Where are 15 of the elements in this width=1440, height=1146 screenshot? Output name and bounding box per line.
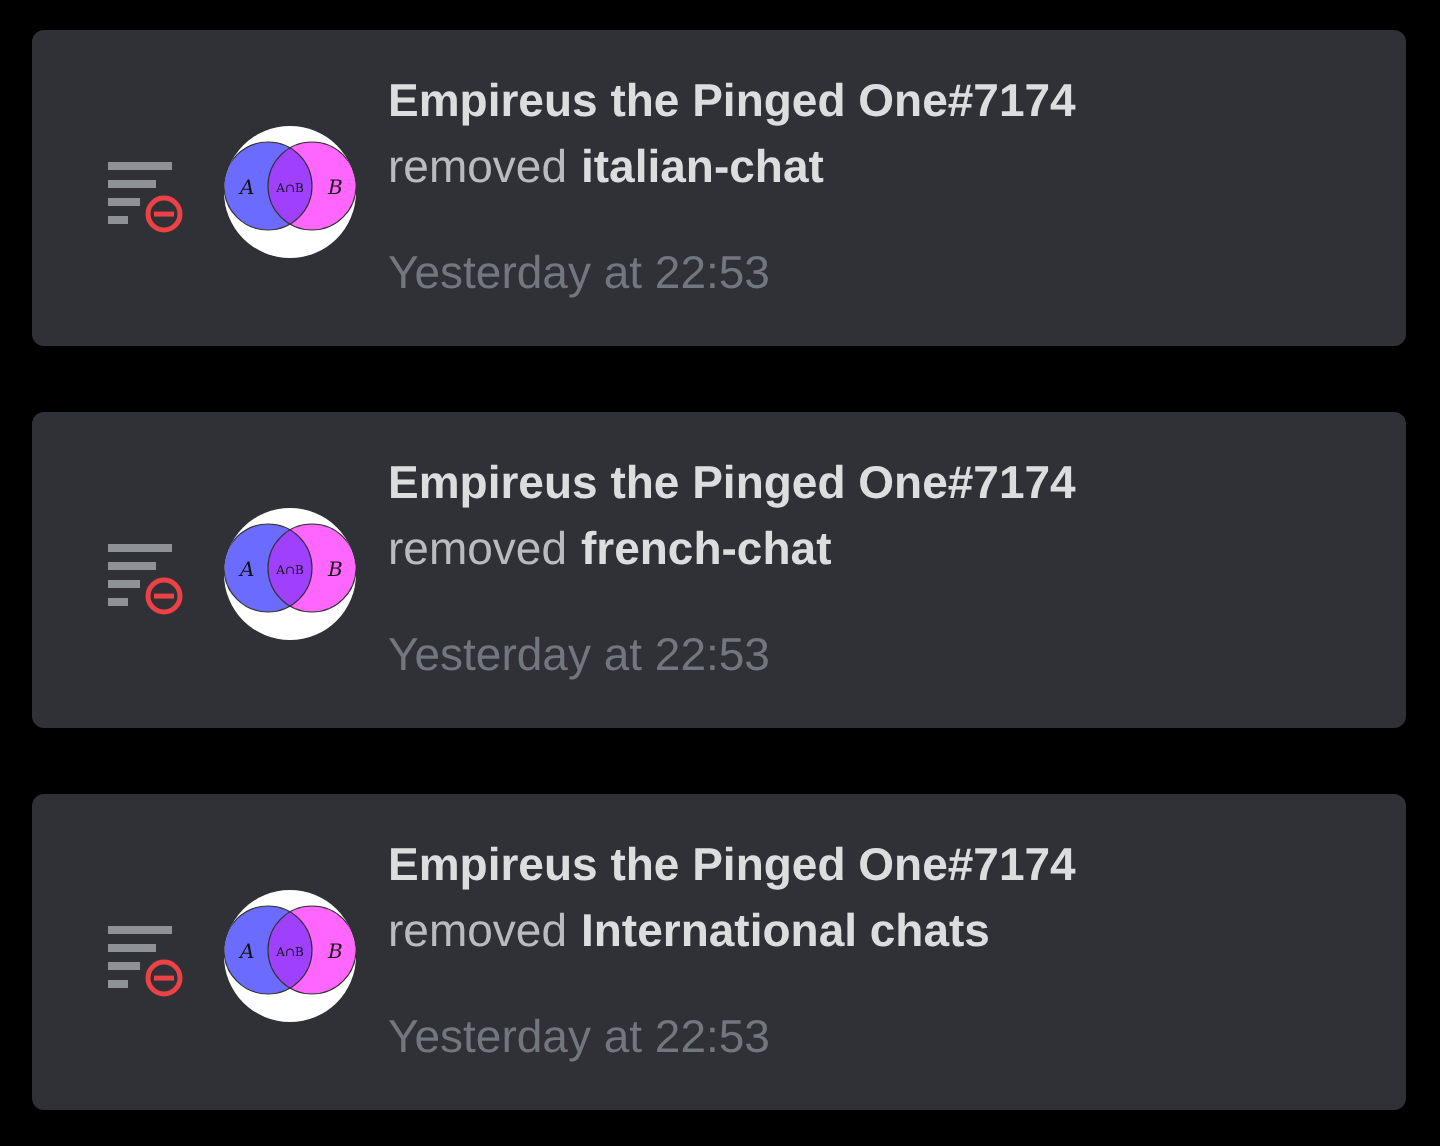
action-text: removed bbox=[388, 520, 567, 578]
channel-name: International chats bbox=[580, 902, 990, 960]
list-remove-icon bbox=[108, 544, 188, 616]
list-remove-icon bbox=[108, 926, 188, 998]
timestamp: Yesterday at 22:53 bbox=[388, 1008, 772, 1066]
username: Empireus the Pinged One#7174 bbox=[388, 454, 1076, 512]
username: Empireus the Pinged One#7174 bbox=[388, 836, 1076, 894]
username: Empireus the Pinged One#7174 bbox=[388, 72, 1076, 130]
action-text: removed bbox=[388, 902, 567, 960]
timestamp: Yesterday at 22:53 bbox=[388, 626, 772, 684]
action-text: removed bbox=[388, 138, 567, 196]
channel-name: french-chat bbox=[580, 520, 832, 578]
channel-name: italian-chat bbox=[580, 138, 824, 196]
list-remove-icon bbox=[108, 162, 188, 234]
timestamp: Yesterday at 22:53 bbox=[388, 244, 772, 302]
